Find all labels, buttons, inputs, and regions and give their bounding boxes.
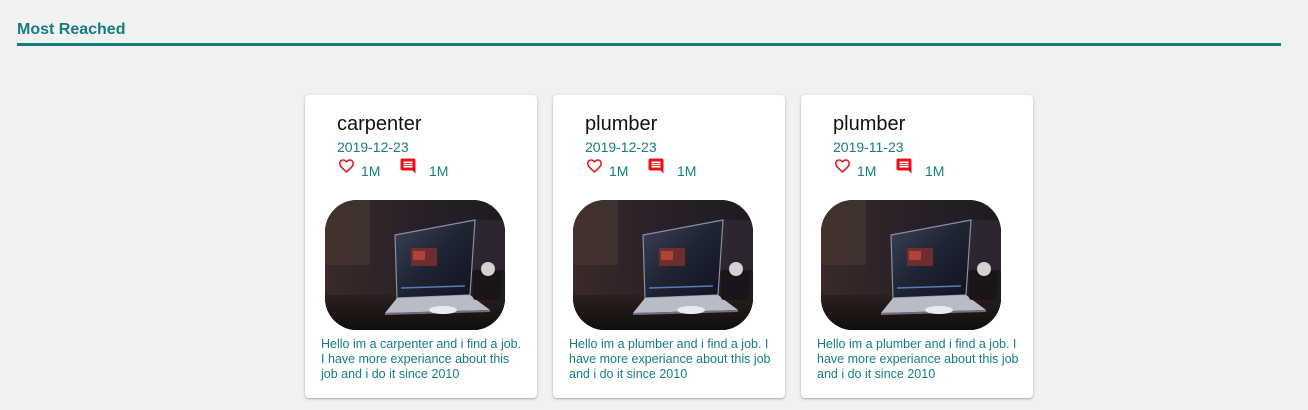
likes-count: 1M	[857, 163, 877, 179]
card-stats: 1M 1M	[337, 157, 517, 179]
comment-icon[interactable]	[647, 157, 665, 175]
comments-count: 1M	[925, 163, 945, 179]
card-title: plumber	[585, 113, 658, 135]
post-card[interactable]: carpenter 2019-12-23 1M 1M Hello im a ca…	[305, 95, 537, 398]
likes-count: 1M	[361, 163, 381, 179]
heart-outline-icon[interactable]	[833, 157, 852, 175]
card-description: Hello im a plumber and i find a job. I h…	[569, 337, 771, 381]
card-image	[821, 200, 1001, 330]
card-title: carpenter	[337, 113, 422, 135]
card-image	[573, 200, 753, 330]
comment-icon[interactable]	[895, 157, 913, 175]
heart-outline-icon[interactable]	[585, 157, 604, 175]
section-title: Most Reached	[17, 21, 126, 38]
comment-icon[interactable]	[399, 157, 417, 175]
card-title: plumber	[833, 113, 906, 135]
post-card[interactable]: plumber 2019-11-23 1M 1M Hello im a plum…	[801, 95, 1033, 398]
heart-outline-icon[interactable]	[337, 157, 356, 175]
card-date: 2019-12-23	[585, 139, 657, 155]
card-date: 2019-12-23	[337, 139, 409, 155]
card-stats: 1M 1M	[585, 157, 765, 179]
card-image	[325, 200, 505, 330]
card-description: Hello im a plumber and i find a job. I h…	[817, 337, 1019, 381]
card-description: Hello im a carpenter and i find a job. I…	[321, 337, 522, 381]
card-date: 2019-11-23	[833, 139, 904, 155]
card-stats: 1M 1M	[833, 157, 1013, 179]
cards-list: carpenter 2019-12-23 1M 1M Hello im a ca…	[305, 95, 1033, 398]
section-divider	[17, 43, 1281, 46]
post-card[interactable]: plumber 2019-12-23 1M 1M Hello im a plum…	[553, 95, 785, 398]
section-header: Most Reached	[17, 20, 1281, 46]
likes-count: 1M	[609, 163, 629, 179]
comments-count: 1M	[677, 163, 697, 179]
comments-count: 1M	[429, 163, 449, 179]
